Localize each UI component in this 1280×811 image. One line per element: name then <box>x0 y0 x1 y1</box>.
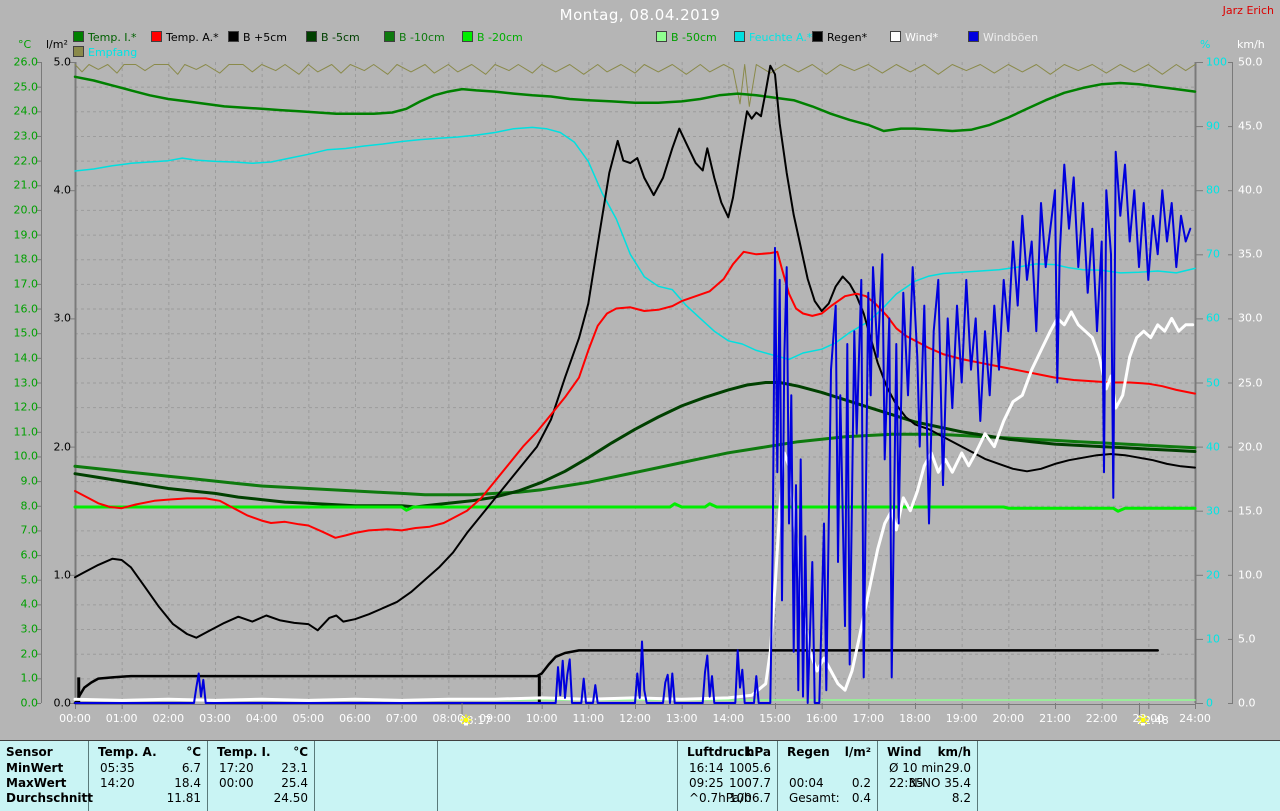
weather-chart-window: Montag, 08.04.2019 Jarz Erich °C l/m² % … <box>0 0 1280 811</box>
tick-celsius: 1.0 <box>20 671 39 685</box>
tick-percent: 60 <box>1206 311 1220 325</box>
table-value: 8.2 <box>951 791 971 805</box>
tick-celsius: 18.0 <box>13 252 39 266</box>
table-value: 29.0 <box>944 761 971 775</box>
tick-lm2: 2.0 <box>53 440 72 454</box>
x-axis-label: 10:00 <box>525 712 558 725</box>
tick-percent: 50 <box>1206 376 1220 389</box>
chart-plot-area <box>36 62 1233 715</box>
tick-kmh: 20.0 <box>1238 440 1263 454</box>
sunrise-annotation: 08:17 <box>460 714 492 727</box>
tick-celsius: 3.0 <box>20 622 39 636</box>
tick-celsius: 11.0 <box>13 425 39 439</box>
tick-celsius: 15.0 <box>13 326 39 340</box>
x-axis-label: 17:00 <box>852 712 885 725</box>
x-axis-label: 04:00 <box>245 712 278 725</box>
x-axis-label: 13:00 <box>665 712 698 725</box>
tick-percent: 0 <box>1206 696 1213 710</box>
x-axis-label: 16:00 <box>805 712 838 725</box>
tick-kmh: 0.0 <box>1238 696 1256 710</box>
tick-celsius: 17.0 <box>13 277 39 291</box>
table-value: N-NO 35.4 <box>908 776 971 790</box>
tick-percent: 100 <box>1206 55 1227 69</box>
tick-kmh: 5.0 <box>1238 632 1256 646</box>
tick-celsius: 4.0 <box>20 597 39 611</box>
tick-percent: 10 <box>1206 632 1220 646</box>
x-axis-label: 02:00 <box>152 712 185 725</box>
tick-celsius: 10.0 <box>13 449 39 463</box>
tick-percent: 40 <box>1206 440 1220 454</box>
tick-percent: 80 <box>1206 183 1220 197</box>
x-axis-label: 20:00 <box>992 712 1025 725</box>
x-axis-label: 14:00 <box>712 712 745 725</box>
x-axis-label: 01:00 <box>105 712 138 725</box>
x-axis-label: 05:00 <box>292 712 325 725</box>
x-axis-label: 06:00 <box>339 712 371 725</box>
table-column-unit: km/h <box>937 745 971 759</box>
tick-celsius: 12.0 <box>13 400 39 414</box>
x-axis-label: 03:00 <box>199 712 231 725</box>
tick-celsius: 2.0 <box>20 647 39 661</box>
x-axis-label: 07:00 <box>385 712 418 725</box>
series-windboeen <box>74 150 1192 704</box>
tick-kmh: 45.0 <box>1238 119 1263 133</box>
x-axis-label: 12:00 <box>619 712 651 725</box>
tick-kmh: 10.0 <box>1238 568 1263 582</box>
x-axis-label: 19:00 <box>945 712 978 725</box>
tick-kmh: 40.0 <box>1238 183 1263 197</box>
sunset-annotation: 22:48 <box>1137 714 1169 727</box>
tick-celsius: 19.0 <box>13 228 39 242</box>
x-axis-label: 15:00 <box>759 712 791 725</box>
tick-percent: 20 <box>1206 568 1220 582</box>
tick-celsius: 8.0 <box>20 499 39 513</box>
tick-percent: 70 <box>1206 247 1220 261</box>
tick-kmh: 25.0 <box>1238 376 1263 389</box>
x-axis-label: 18:00 <box>899 712 931 725</box>
x-axis-label: 21:00 <box>1039 712 1071 725</box>
tick-lm2: 1.0 <box>53 568 72 582</box>
tick-celsius: 20.0 <box>13 203 39 217</box>
series-regen <box>73 649 1159 705</box>
tick-celsius: 24.0 <box>13 104 39 118</box>
tick-lm2: 4.0 <box>53 183 72 197</box>
tick-celsius: 7.0 <box>20 523 39 537</box>
table-separator <box>977 741 978 811</box>
tick-celsius: 13.0 <box>13 376 39 389</box>
x-axis-label: 22:00 <box>1085 712 1118 725</box>
sunrise-sun-icon <box>460 714 472 726</box>
tick-percent: 90 <box>1206 119 1220 133</box>
x-axis-label: 11:00 <box>572 712 605 725</box>
tick-lm2: 5.0 <box>53 55 72 69</box>
tick-celsius: 23.0 <box>13 129 39 143</box>
statistics-table: Sensor MinWert MaxWert Durchschnitt Temp. A.… <box>0 740 1280 811</box>
sunset-sun-icon <box>1137 714 1149 726</box>
tick-celsius: 22.0 <box>13 154 39 168</box>
tick-celsius: 14.0 <box>13 351 39 365</box>
tick-kmh: 50.0 <box>1238 55 1263 69</box>
tick-celsius: 25.0 <box>13 80 39 94</box>
tick-kmh: 35.0 <box>1238 247 1263 261</box>
x-axis-label: 00:00 <box>59 712 91 725</box>
tick-kmh: 15.0 <box>1238 504 1263 518</box>
tick-celsius: 6.0 <box>20 548 39 562</box>
tick-kmh: 30.0 <box>1238 311 1263 325</box>
series-b_m20 <box>73 502 1197 513</box>
tick-lm2: 3.0 <box>53 311 72 325</box>
tick-lm2: 0.0 <box>53 696 72 710</box>
x-axis-label: 24:00 <box>1179 712 1211 725</box>
tick-percent: 30 <box>1206 504 1220 518</box>
tick-celsius: 9.0 <box>20 474 39 488</box>
